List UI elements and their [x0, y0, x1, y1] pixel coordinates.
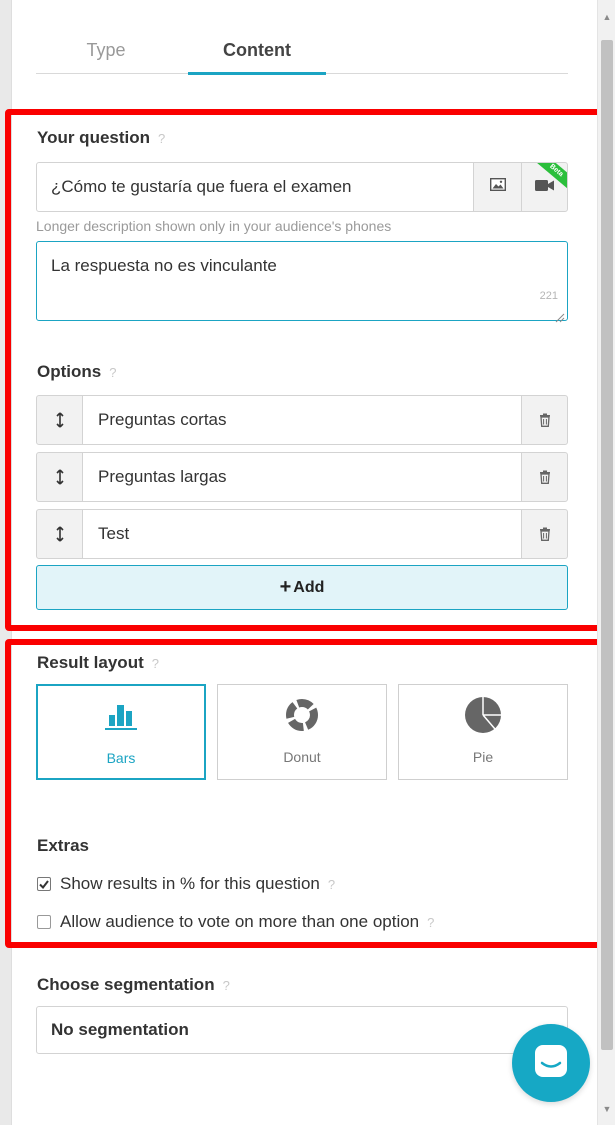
tab-content[interactable]: Content: [188, 26, 326, 75]
option-row: Test: [36, 509, 568, 559]
layout-option-label: Donut: [283, 749, 321, 765]
segmentation-select[interactable]: No segmentation: [36, 1006, 568, 1054]
tab-type[interactable]: Type: [36, 26, 176, 74]
options-title-label: Options: [37, 362, 102, 381]
drag-handle-icon[interactable]: [36, 509, 83, 559]
multi-vote-option[interactable]: Allow audience to vote on more than one …: [37, 912, 434, 932]
multi-vote-checkbox[interactable]: [37, 915, 51, 929]
show-percent-help-icon[interactable]: ?: [328, 877, 335, 892]
scroll-down-arrow-icon[interactable]: ▼: [598, 1100, 615, 1118]
description-hint-label: Longer description shown only in your au…: [36, 218, 392, 234]
layout-option-label: Bars: [106, 750, 136, 766]
result-layout-title-label: Result layout: [37, 653, 144, 672]
trash-icon[interactable]: [521, 509, 568, 559]
segmentation-section-title: Choose segmentation?: [37, 975, 230, 995]
trash-icon[interactable]: [521, 395, 568, 445]
description-textarea[interactable]: La respuesta no es vinculante 221: [36, 241, 568, 323]
image-icon: [489, 177, 506, 196]
editor-tabs: Type Content: [36, 26, 568, 75]
segmentation-help-icon[interactable]: ?: [223, 978, 230, 993]
layout-option-bars[interactable]: Bars: [36, 684, 206, 780]
drag-handle-icon[interactable]: [36, 452, 83, 502]
question-help-icon[interactable]: ?: [158, 131, 165, 146]
show-percent-label: Show results in % for this question: [60, 874, 320, 893]
scroll-thumb[interactable]: [601, 40, 613, 1050]
vertical-scrollbar[interactable]: ▲ ▼: [597, 0, 615, 1125]
resize-grip-icon[interactable]: [555, 308, 565, 323]
option-input[interactable]: Preguntas largas: [82, 452, 522, 502]
question-section-title: Your question?: [37, 128, 165, 148]
segmentation-title-label: Choose segmentation: [37, 975, 215, 994]
layout-option-pie[interactable]: Pie: [398, 684, 568, 780]
drag-handle-icon[interactable]: [36, 395, 83, 445]
question-title-label: Your question: [37, 128, 151, 147]
result-layout-help-icon[interactable]: ?: [152, 656, 159, 671]
trash-icon[interactable]: [521, 452, 568, 502]
add-option-label: Add: [293, 578, 325, 596]
result-layout-section-title: Result layout?: [37, 653, 159, 673]
option-row: Preguntas cortas: [36, 395, 568, 445]
extras-section-title: Extras: [37, 836, 89, 855]
bar-chart-icon: [38, 698, 204, 734]
donut-chart-icon: [218, 697, 386, 733]
plus-icon: +: [279, 576, 292, 598]
chat-launcher-button[interactable]: [512, 1024, 590, 1102]
add-video-button[interactable]: Beta: [521, 162, 568, 212]
left-edge-rail: [0, 0, 11, 1125]
options-help-icon[interactable]: ?: [109, 365, 116, 380]
show-percent-checkbox[interactable]: [37, 877, 51, 891]
option-input[interactable]: Test: [82, 509, 522, 559]
option-input[interactable]: Preguntas cortas: [82, 395, 522, 445]
scroll-up-arrow-icon[interactable]: ▲: [598, 8, 615, 26]
video-camera-icon: [534, 178, 555, 197]
character-counter: 221: [539, 290, 558, 302]
multi-vote-help-icon[interactable]: ?: [427, 915, 434, 930]
question-input[interactable]: ¿Cómo te gustaría que fuera el examen: [36, 162, 474, 212]
chat-bubble-icon: [533, 1043, 569, 1084]
multi-vote-label: Allow audience to vote on more than one …: [60, 912, 420, 931]
show-percent-option[interactable]: Show results in % for this question?: [37, 874, 335, 894]
layout-option-label: Pie: [472, 749, 494, 765]
options-section-title: Options?: [37, 362, 116, 382]
add-option-button[interactable]: + Add: [36, 565, 568, 610]
pie-chart-icon: [399, 697, 567, 733]
description-text: La respuesta no es vinculante: [51, 256, 277, 275]
option-row: Preguntas largas: [36, 452, 568, 502]
layout-option-donut[interactable]: Donut: [217, 684, 387, 780]
add-image-button[interactable]: [473, 162, 522, 212]
